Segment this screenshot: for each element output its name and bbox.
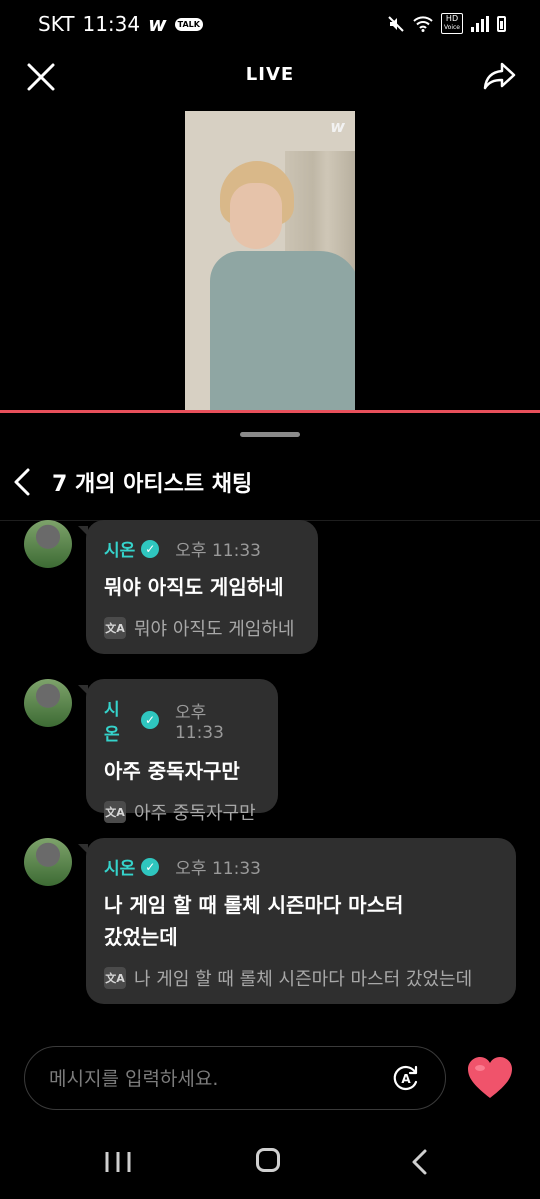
chat-header: 7 개의 아티스트 채팅	[0, 458, 540, 504]
translated-text: 나 게임 할 때 롤체 시즌마다 마스터 갔었는데	[134, 969, 473, 990]
message-input[interactable]	[47, 1063, 371, 1095]
message-time: 오후 11:33	[175, 859, 261, 879]
message-bubble: 시온 ✓ 오후 11:33 아주 중독자구만 文A 아주 중독자구만	[78, 679, 278, 824]
message-bubble: 시온 ✓ 오후 11:33 나 게임 할 때 롤체 시즌마다 마스터 갔었는데 …	[78, 838, 516, 1004]
sender-name[interactable]: 시온	[104, 695, 135, 745]
page-title: LIVE	[245, 64, 295, 85]
system-nav-bar	[0, 1128, 540, 1199]
avatar[interactable]	[24, 520, 72, 568]
avatar[interactable]	[24, 838, 72, 886]
chat-title: 7 개의 아티스트 채팅	[52, 472, 253, 497]
weverse-watermark: w	[330, 117, 345, 136]
nav-back-icon[interactable]	[408, 1148, 432, 1176]
heart-icon[interactable]	[466, 1056, 514, 1100]
translate-icon: 文A	[104, 801, 126, 823]
home-icon[interactable]	[256, 1148, 280, 1172]
translated-text: 뭐야 아직도 게임하네	[134, 619, 295, 640]
live-progress-bar	[0, 410, 540, 413]
message-bubble: 시온 ✓ 오후 11:33 뭐야 아직도 게임하네 文A 뭐야 아직도 게임하네	[78, 520, 318, 654]
share-icon[interactable]	[482, 58, 518, 94]
live-video[interactable]: w	[185, 111, 355, 411]
video-person-shirt	[210, 251, 355, 411]
message-text: 나 게임 할 때 롤체 시즌마다 마스터 갔었는데	[104, 893, 404, 949]
status-bar: SKT 11:34 w TALK HD Voice	[0, 0, 540, 48]
live-top-bar: LIVE	[0, 52, 540, 98]
message-text: 뭐야 아직도 게임하네	[104, 575, 284, 599]
back-chevron-icon[interactable]	[8, 464, 40, 500]
battery-icon	[497, 15, 506, 32]
carrier-label: SKT	[38, 12, 75, 36]
recent-apps-icon[interactable]	[104, 1150, 132, 1174]
hd-voice-icon: HD Voice	[441, 13, 463, 34]
signal-icon	[471, 15, 489, 32]
translate-icon: 文A	[104, 967, 126, 989]
sender-name[interactable]: 시온	[104, 536, 135, 561]
wifi-icon	[413, 15, 433, 32]
video-person-face	[230, 183, 282, 249]
message-composer: A	[24, 1046, 446, 1110]
clock: 11:34	[82, 12, 141, 36]
sender-name[interactable]: 시온	[104, 854, 135, 879]
kakaotalk-notification-icon: TALK	[174, 17, 203, 31]
translate-icon: 文A	[104, 617, 126, 639]
verified-icon: ✓	[141, 711, 159, 729]
message-time: 오후 11:33	[174, 702, 224, 743]
avatar[interactable]	[24, 679, 72, 727]
translated-text: 아주 중독자구만	[134, 803, 256, 824]
message-text: 아주 중독자구만	[104, 759, 240, 783]
message-time: 오후 11:33	[175, 541, 261, 561]
verified-icon: ✓	[141, 539, 160, 558]
weverse-notification-icon: w	[148, 12, 167, 36]
drag-handle[interactable]	[240, 432, 300, 437]
mute-icon	[388, 15, 404, 32]
svg-text:A: A	[401, 1072, 411, 1086]
verified-icon: ✓	[141, 857, 160, 876]
auto-translate-icon[interactable]: A	[391, 1063, 421, 1093]
